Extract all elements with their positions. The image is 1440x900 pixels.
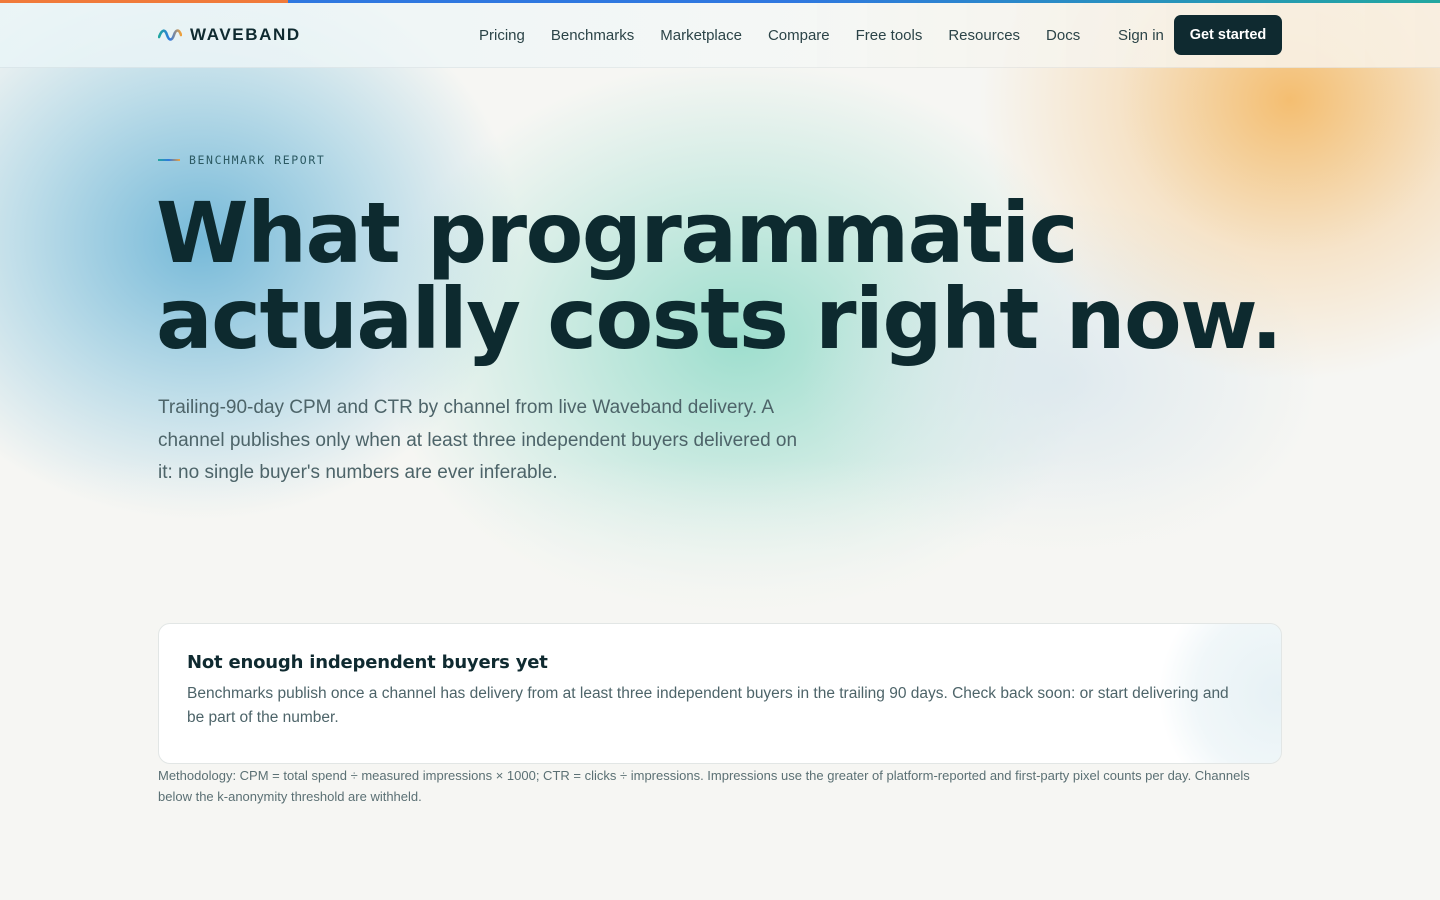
- logo-link[interactable]: WAVEBAND: [158, 23, 301, 47]
- nav-item-compare[interactable]: Compare: [755, 27, 843, 44]
- hero-description: Trailing-90-day CPM and CTR by channel f…: [158, 397, 798, 483]
- empty-state-title: Not enough independent buyers yet: [187, 652, 548, 673]
- nav-item-pricing[interactable]: Pricing: [466, 27, 538, 44]
- page-title-line-1: What programmatic: [156, 184, 1079, 282]
- sign-in-link[interactable]: Sign in: [1106, 3, 1176, 68]
- nav-item-benchmarks[interactable]: Benchmarks: [538, 27, 647, 44]
- nav-item-marketplace[interactable]: Marketplace: [647, 27, 755, 44]
- brand-name: WAVEBAND: [190, 25, 301, 44]
- methodology-note: Methodology: CPM = total spend ÷ measure…: [158, 768, 1250, 804]
- site-header: WAVEBAND Pricing Benchmarks Marketplace …: [0, 3, 1440, 68]
- page-title: What programmatic actually costs right n…: [156, 190, 1336, 362]
- get-started-button[interactable]: Get started: [1174, 15, 1282, 55]
- main-nav: Pricing Benchmarks Marketplace Compare F…: [466, 3, 1093, 68]
- nav-item-resources[interactable]: Resources: [935, 27, 1033, 44]
- eyebrow: BENCHMARK REPORT: [158, 152, 325, 168]
- page-title-line-2: actually costs right now.: [156, 270, 1283, 368]
- nav-item-docs[interactable]: Docs: [1033, 27, 1093, 44]
- eyebrow-line: [158, 159, 180, 161]
- nav-item-free-tools[interactable]: Free tools: [843, 27, 936, 44]
- wave-logo-icon: [158, 29, 182, 41]
- empty-state-message: Benchmarks publish once a channel has de…: [187, 685, 1229, 726]
- eyebrow-label: BENCHMARK REPORT: [189, 153, 326, 167]
- empty-state-card: Not enough independent buyers yet Benchm…: [158, 623, 1282, 764]
- page: WAVEBAND Pricing Benchmarks Marketplace …: [0, 0, 1440, 900]
- top-color-bar: [0, 0, 1440, 3]
